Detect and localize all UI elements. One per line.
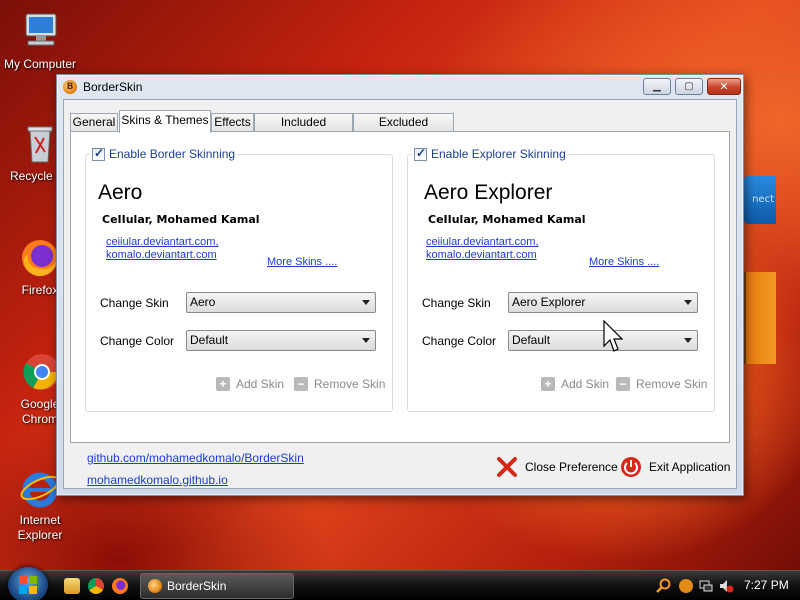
add-skin-button[interactable]: + Add Skin	[216, 377, 284, 391]
chevron-down-icon	[684, 300, 692, 305]
borderskin-app-icon: B	[63, 80, 77, 94]
minimize-button[interactable]: ▁	[643, 78, 671, 95]
desktop-icon-label: My Computer	[3, 57, 77, 71]
close-preference-label: Close Preference	[525, 460, 618, 474]
borderskin-window: B BorderSkin ▁ ▢ ✕ General Skins & Theme…	[56, 74, 744, 496]
search-icon[interactable]	[656, 578, 672, 594]
tab-general[interactable]: General	[70, 113, 118, 132]
add-skin-label: Add Skin	[561, 377, 610, 391]
border-skinning-group: Enable Border Skinning Aero CeIIular, Mo…	[85, 146, 393, 412]
selected-value: Aero	[190, 295, 216, 309]
desktop-icon-my-computer[interactable]: My Computer	[0, 10, 80, 72]
deviantart-link-1[interactable]: ceiiular.deviantart.com,	[426, 236, 539, 249]
system-clock[interactable]: 7:27 PM	[744, 578, 789, 592]
close-x-icon	[497, 457, 517, 477]
power-icon	[621, 457, 641, 477]
selected-value: Aero Explorer	[512, 295, 586, 309]
author-links: ceiiular.deviantart.com, komalo.devianta…	[426, 236, 539, 262]
minus-icon: −	[616, 377, 630, 391]
explorer-quicklaunch-icon[interactable]	[64, 578, 80, 594]
selected-value: Default	[190, 333, 229, 347]
close-button[interactable]: ✕	[707, 78, 741, 95]
chevron-down-icon	[362, 338, 370, 343]
firefox-quicklaunch-icon[interactable]	[112, 578, 128, 594]
title-bar[interactable]: B BorderSkin ▁ ▢ ✕	[57, 75, 743, 99]
deviantart-link-1[interactable]: ceiiular.deviantart.com,	[106, 236, 219, 249]
window-title: BorderSkin	[83, 80, 143, 94]
checkbox-label: Enable Explorer Skinning	[431, 147, 566, 161]
skin-name: Aero	[98, 181, 143, 204]
network-icon[interactable]	[698, 578, 714, 594]
tab-included-windows[interactable]: Included Windows	[254, 113, 353, 146]
remove-skin-label: Remove Skin	[314, 377, 386, 391]
notes-gadget[interactable]	[744, 272, 776, 364]
chevron-down-icon	[362, 300, 370, 305]
taskbar: BorderSkin 7:27 PM	[0, 567, 800, 600]
enable-border-skinning-checkbox[interactable]: Enable Border Skinning	[90, 146, 238, 161]
more-skins-link[interactable]: More Skins ....	[589, 256, 659, 268]
checkbox-checked[interactable]	[92, 146, 105, 161]
volume-muted-icon[interactable]	[718, 578, 734, 594]
author-links: ceiiular.deviantart.com, komalo.devianta…	[106, 236, 219, 262]
exit-application-button[interactable]: Exit Application	[620, 456, 730, 478]
change-color-label: Change Color	[100, 334, 175, 348]
change-skin-dropdown[interactable]: Aero	[186, 292, 376, 313]
borderskin-tray-icon[interactable]	[678, 578, 694, 594]
plus-icon: +	[216, 377, 230, 391]
borderskin-app-icon	[148, 579, 162, 593]
add-skin-button[interactable]: + Add Skin	[541, 377, 609, 391]
gadget-text: nect	[752, 194, 774, 205]
minus-icon: −	[294, 377, 308, 391]
selected-value: Default	[512, 333, 551, 347]
exit-application-label: Exit Application	[649, 460, 731, 474]
windows-logo-icon	[19, 576, 37, 594]
website-link[interactable]: mohamedkomalo.github.io	[87, 473, 228, 487]
change-skin-label: Change Skin	[422, 296, 491, 310]
remove-skin-button[interactable]: − Remove Skin	[294, 377, 385, 391]
github-link[interactable]: github.com/mohamedkomalo/BorderSkin	[87, 451, 304, 465]
mouse-cursor-icon	[603, 320, 623, 352]
maximize-button[interactable]: ▢	[675, 78, 703, 95]
enable-explorer-skinning-checkbox[interactable]: Enable Explorer Skinning	[412, 146, 568, 161]
tab-effects[interactable]: Effects	[211, 113, 254, 132]
skins-themes-panel: Enable Border Skinning Aero CeIIular, Mo…	[70, 131, 730, 443]
chrome-quicklaunch-icon[interactable]	[88, 578, 104, 594]
remove-skin-label: Remove Skin	[636, 377, 708, 391]
window-client-area: General Skins & Themes Effects Included …	[63, 99, 737, 489]
skin-author: CeIIular, Mohamed Kamal	[428, 213, 586, 226]
tab-excluded-windows[interactable]: Excluded Windows	[353, 113, 454, 146]
chevron-down-icon	[684, 338, 692, 343]
deviantart-link-2[interactable]: komalo.deviantart.com	[426, 249, 539, 262]
change-color-label: Change Color	[422, 334, 497, 348]
checkbox-label: Enable Border Skinning	[109, 147, 236, 161]
close-preference-button[interactable]: Close Preference	[496, 456, 618, 478]
skin-author: CeIIular, Mohamed Kamal	[102, 213, 260, 226]
change-color-dropdown[interactable]: Default	[186, 330, 376, 351]
start-button[interactable]	[8, 567, 48, 600]
computer-icon	[18, 10, 62, 54]
deviantart-link-2[interactable]: komalo.deviantart.com	[106, 249, 219, 262]
plus-icon: +	[541, 377, 555, 391]
taskbar-borderskin-button[interactable]: BorderSkin	[140, 573, 294, 599]
add-skin-label: Add Skin	[236, 377, 285, 391]
tab-skins-themes[interactable]: Skins & Themes	[119, 110, 211, 133]
more-skins-link[interactable]: More Skins ....	[267, 256, 337, 268]
remove-skin-button[interactable]: − Remove Skin	[616, 377, 707, 391]
sidebar-gadget[interactable]: nect	[744, 176, 776, 224]
desktop-icon-label: Internet Explorer	[17, 513, 63, 542]
taskbar-button-label: BorderSkin	[167, 579, 227, 593]
explorer-skinning-group: Enable Explorer Skinning Aero Explorer C…	[407, 146, 715, 412]
skin-name: Aero Explorer	[424, 181, 553, 204]
checkbox-checked[interactable]	[414, 146, 427, 161]
change-skin-dropdown[interactable]: Aero Explorer	[508, 292, 698, 313]
change-skin-label: Change Skin	[100, 296, 169, 310]
